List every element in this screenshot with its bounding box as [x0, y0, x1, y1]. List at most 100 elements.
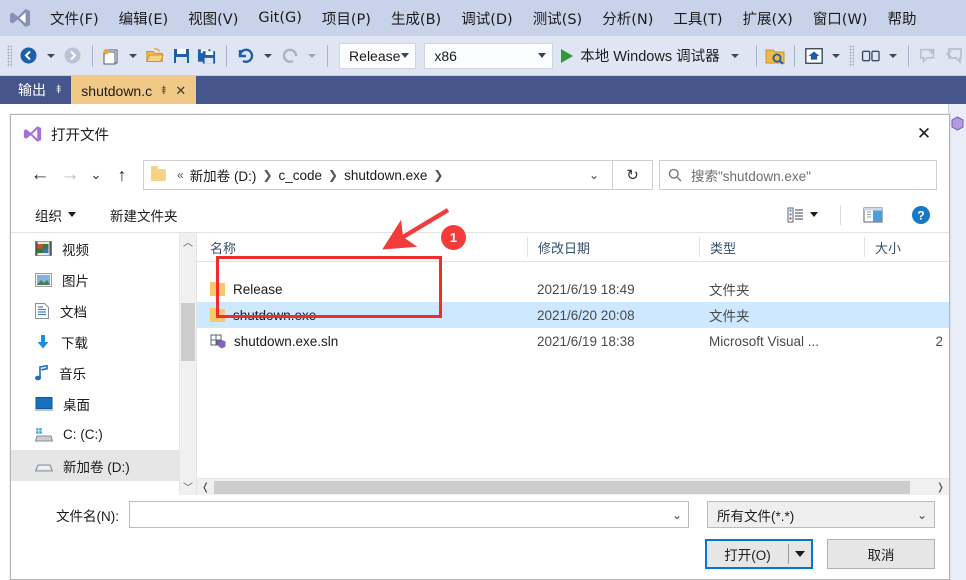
toolbar-separator	[327, 44, 329, 67]
undo-icon[interactable]	[234, 41, 258, 71]
table-row[interactable]: shutdown.exe.sln 2021/6/19 18:38 Microso…	[197, 328, 949, 354]
navigation-row: ← → ⌄ ↑ « 新加卷 (D:) ❯ c_code ❯ shutdown.e…	[11, 153, 949, 197]
desktop-icon	[35, 396, 53, 410]
solution-platform-combo[interactable]: x86	[424, 42, 554, 69]
scrollbar-thumb[interactable]	[181, 303, 195, 361]
new-project-dropdown-icon[interactable]	[129, 53, 138, 58]
toolbar-grip[interactable]	[7, 44, 12, 67]
open-file-icon[interactable]	[143, 41, 167, 71]
column-header-size[interactable]: 大小	[864, 237, 949, 257]
help-button[interactable]: ?	[905, 202, 937, 228]
new-folder-button[interactable]: 新建文件夹	[104, 202, 184, 228]
chevron-down-icon[interactable]: ⌄	[672, 508, 682, 522]
menu-file[interactable]: 文件(F)	[40, 4, 109, 33]
sidebar-item-label: 视频	[62, 242, 89, 258]
redo-icon[interactable]	[278, 41, 302, 71]
menu-tools[interactable]: 工具(T)	[663, 4, 732, 33]
menu-window[interactable]: 窗口(W)	[803, 4, 878, 33]
filename-input[interactable]: ⌄	[129, 501, 689, 528]
column-header-name[interactable]: 名称	[197, 237, 527, 257]
menu-view[interactable]: 视图(V)	[178, 4, 248, 33]
open-dropdown-button[interactable]	[789, 551, 811, 557]
scroll-up-icon[interactable]: ︿	[180, 233, 196, 250]
chevron-down-icon[interactable]: ⌄	[580, 168, 608, 182]
menu-debug[interactable]: 调试(D)	[451, 4, 522, 33]
column-header-date[interactable]: 修改日期	[527, 237, 699, 257]
menu-help[interactable]: 帮助	[877, 4, 926, 33]
breadcrumb-segment-c-code[interactable]: c_code	[278, 168, 324, 183]
pin-icon[interactable]: ⯒	[161, 81, 166, 102]
visual-studio-logo-icon	[23, 125, 42, 143]
sidebar-item-downloads[interactable]: 下载	[11, 326, 196, 357]
redo-dropdown-icon[interactable]	[308, 53, 317, 58]
save-all-icon[interactable]	[195, 41, 219, 71]
scrollbar-track[interactable]	[214, 480, 932, 495]
sidebar-item-desktop[interactable]: 桌面	[11, 388, 196, 419]
forward-button[interactable]: →	[55, 160, 85, 190]
scroll-down-icon[interactable]: ﹀	[180, 478, 196, 495]
menu-extensions[interactable]: 扩展(X)	[733, 4, 803, 33]
change-view-button[interactable]	[781, 202, 824, 228]
toolbar-grip[interactable]	[849, 44, 854, 67]
split-window-dropdown-icon[interactable]	[889, 53, 898, 58]
solution-explorer-dropdown-icon[interactable]	[832, 53, 841, 58]
sidebar-item-label: 新加卷 (D:)	[63, 459, 130, 475]
sidebar-item-pictures[interactable]: 图片	[11, 264, 196, 295]
save-icon[interactable]	[169, 41, 193, 71]
back-button[interactable]: ←	[25, 160, 55, 190]
menu-edit[interactable]: 编辑(E)	[109, 4, 178, 33]
navigate-backward-icon[interactable]	[17, 41, 41, 71]
menu-analyze[interactable]: 分析(N)	[592, 4, 663, 33]
scroll-right-icon[interactable]: ❭	[932, 482, 949, 493]
table-row[interactable]: shutdown.exe 2021/6/20 20:08 文件夹	[197, 302, 949, 328]
sidebar-item-documents[interactable]: 文档	[11, 295, 196, 326]
file-list-horizontal-scrollbar[interactable]: ❬ ❭	[197, 478, 949, 495]
pin-icon[interactable]: ⯒	[56, 80, 61, 101]
pictures-icon	[35, 272, 52, 287]
chevron-down-icon	[810, 212, 818, 217]
navigate-forward-icon[interactable]	[61, 41, 85, 71]
close-icon[interactable]: ✕	[907, 119, 941, 149]
sidebar-item-drive-c[interactable]: C: (C:)	[11, 419, 196, 450]
filetype-combo[interactable]: 所有文件(*.*) ⌄	[707, 501, 935, 528]
solution-explorer-badge-icon[interactable]	[949, 116, 966, 131]
table-row[interactable]: Release 2021/6/19 18:49 文件夹	[197, 276, 949, 302]
navigation-scrollbar[interactable]: ︿ ﹀	[179, 233, 196, 495]
menu-build[interactable]: 生成(B)	[381, 4, 451, 33]
command-bar-right: ?	[781, 202, 937, 228]
search-box[interactable]: 搜索"shutdown.exe"	[659, 160, 937, 190]
start-debugging-button[interactable]: 本地 Windows 调试器	[555, 45, 748, 66]
menu-project[interactable]: 项目(P)	[312, 4, 381, 33]
up-button[interactable]: ↑	[107, 160, 137, 190]
refresh-button[interactable]: ↻	[613, 160, 653, 190]
close-icon[interactable]: ✕	[175, 83, 186, 99]
menu-git[interactable]: Git(G)	[248, 6, 312, 30]
solution-configuration-combo[interactable]: Release	[339, 42, 417, 69]
menu-test[interactable]: 测试(S)	[523, 4, 593, 33]
new-project-icon[interactable]	[99, 41, 123, 71]
file-name: Release	[233, 281, 283, 297]
open-button[interactable]: 打开(O)	[705, 539, 813, 569]
breadcrumb-segment-drive[interactable]: 新加卷 (D:)	[189, 165, 258, 185]
search-folder-icon[interactable]	[763, 41, 787, 71]
organize-button[interactable]: 组织	[29, 202, 82, 228]
split-window-icon[interactable]	[859, 41, 883, 71]
solution-explorer-home-icon[interactable]	[802, 41, 826, 71]
undo-dropdown-icon[interactable]	[264, 53, 273, 58]
sidebar-item-drive-d[interactable]: 新加卷 (D:)	[11, 450, 196, 481]
recent-locations-button[interactable]: ⌄	[85, 160, 107, 190]
preview-pane-button[interactable]	[857, 202, 889, 228]
breadcrumb-overflow[interactable]: «	[172, 168, 189, 182]
breadcrumb-segment-shutdown-exe[interactable]: shutdown.exe	[343, 168, 428, 183]
sidebar-item-music[interactable]: 音乐	[11, 357, 196, 388]
address-breadcrumb-bar[interactable]: « 新加卷 (D:) ❯ c_code ❯ shutdown.exe ❯ ⌄	[143, 160, 613, 190]
column-header-type[interactable]: 类型	[699, 237, 864, 257]
folder-icon	[210, 307, 225, 322]
scrollbar-thumb[interactable]	[214, 480, 910, 494]
cancel-button[interactable]: 取消	[827, 539, 935, 569]
navigate-backward-dropdown-icon[interactable]	[46, 53, 55, 58]
document-tab-shutdown-c[interactable]: shutdown.c ⯒ ✕	[71, 76, 197, 104]
tool-window-tab-output[interactable]: 输出 ⯒	[8, 76, 71, 104]
sidebar-item-videos[interactable]: 视频	[11, 233, 196, 264]
scroll-left-icon[interactable]: ❬	[197, 482, 214, 493]
